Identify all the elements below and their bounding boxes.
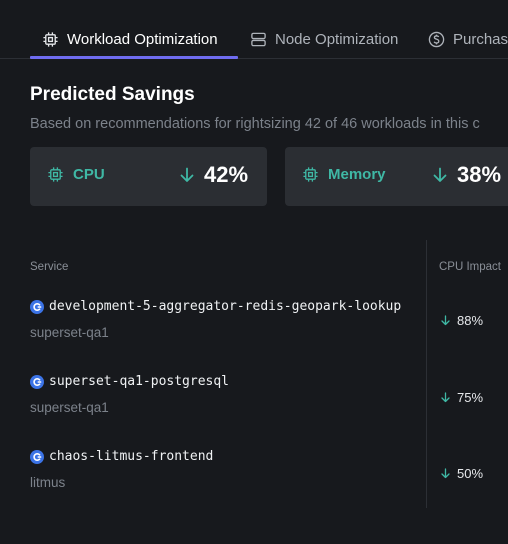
card-value-text: 42% [204,162,249,187]
cpu-impact-cell: 50% [441,466,483,481]
dollar-circle-icon [428,31,445,47]
arrow-down-icon [180,167,194,182]
card-label-text: Memory [328,166,386,183]
cpu-impact-cell: 75% [441,390,483,405]
tab-label: Purchas [453,30,508,48]
server-icon [251,32,266,46]
page-subtitle: Based on recommendations for rightsizing… [30,116,480,132]
cpu-impact-value: 75% [457,390,484,405]
card-label: Memory [302,166,386,183]
service-namespace: litmus [30,475,66,490]
card-value: 42% [180,162,248,188]
tab-purchase[interactable]: Purchas [428,27,508,51]
service-cell: chaos-litmus-frontend [30,449,213,464]
cpu-icon [43,31,58,47]
card-label-text: CPU [73,166,105,183]
card-value-text: 38% [457,162,502,187]
service-name[interactable]: development-5-aggregator-redis-geopark-l… [49,299,401,314]
service-cell: development-5-aggregator-redis-geopark-l… [30,299,401,314]
service-name[interactable]: chaos-litmus-frontend [49,449,213,464]
service-namespace: superset-qa1 [30,325,109,340]
tab-label: Workload Optimization [67,30,218,48]
card-value: 38% [433,162,501,188]
tab-label: Node Optimization [275,30,399,48]
cpu-impact-value: 50% [457,466,484,481]
cpu-savings-card: CPU 42% [30,147,267,206]
column-header-service[interactable]: Service [30,261,68,273]
active-tab-indicator [30,56,238,59]
optimization-tabs: Workload Optimization Node Optimization … [0,0,508,59]
cpu-impact-value: 88% [457,313,484,328]
memory-savings-card: Memory 38% [285,147,508,206]
arrow-down-icon [441,315,450,326]
cpu-impact-cell: 88% [441,313,483,328]
card-label: CPU [47,166,105,183]
table-row[interactable]: superset-qa1-postgresql superset-qa1 75% [30,374,508,434]
tab-workload-optimization[interactable]: Workload Optimization [42,27,218,51]
page-title: Predicted Savings [30,84,195,105]
arrow-down-icon [441,392,450,403]
arrow-down-icon [433,167,447,182]
table-row[interactable]: chaos-litmus-frontend litmus 50% [30,449,508,509]
column-header-cpu-impact[interactable]: CPU Impact [439,261,501,273]
cpu-icon [48,167,63,182]
tab-node-optimization[interactable]: Node Optimization [250,27,398,51]
table-row[interactable]: development-5-aggregator-redis-geopark-l… [30,299,508,359]
arrow-down-icon [441,468,450,479]
service-name[interactable]: superset-qa1-postgresql [49,374,229,389]
kubernetes-service-icon [30,299,44,314]
kubernetes-service-icon [30,449,44,464]
service-cell: superset-qa1-postgresql [30,374,229,389]
kubernetes-service-icon [30,374,44,389]
service-namespace: superset-qa1 [30,400,109,415]
cpu-icon [303,167,318,182]
